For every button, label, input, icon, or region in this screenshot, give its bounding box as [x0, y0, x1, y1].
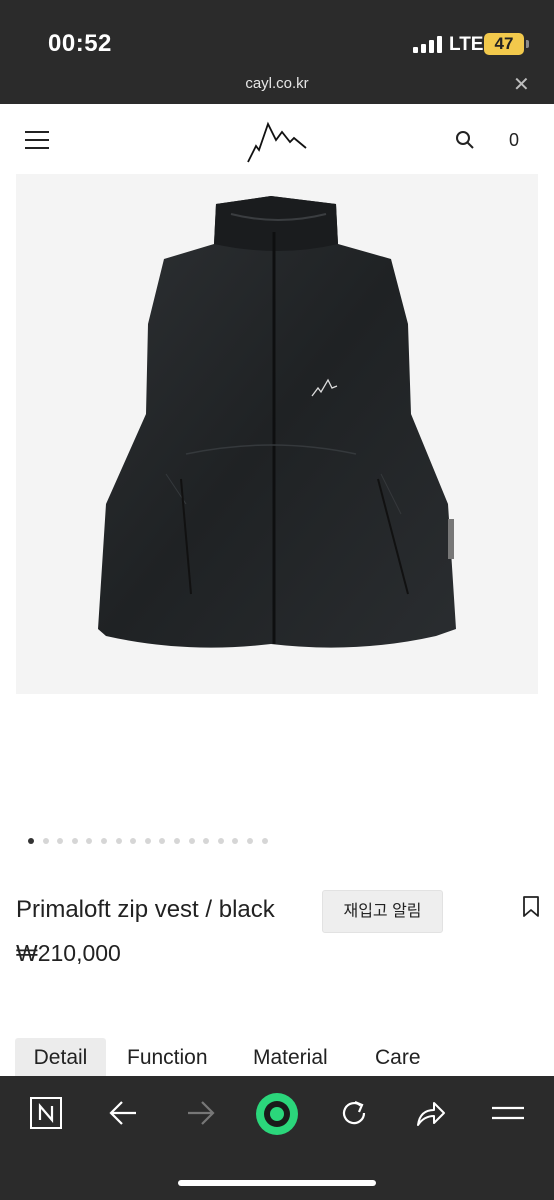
slide-dot[interactable]: [188, 838, 195, 844]
menu-icon[interactable]: [492, 1105, 524, 1126]
slide-dot[interactable]: [130, 838, 137, 844]
bookmark-icon[interactable]: [522, 896, 540, 923]
slide-dot[interactable]: [261, 838, 268, 844]
slide-dot[interactable]: [174, 838, 180, 844]
slide-dot[interactable]: [28, 838, 34, 844]
url-bar[interactable]: cayl.co.kr: [0, 75, 554, 92]
network-label: LTE: [449, 34, 484, 55]
site-header: 0: [0, 104, 554, 174]
forward-icon[interactable]: [186, 1099, 216, 1132]
slide-dot[interactable]: [144, 838, 151, 844]
slide-dot[interactable]: [203, 838, 210, 844]
product-price: ₩210,000: [16, 940, 121, 966]
slide-dot[interactable]: [71, 838, 78, 844]
share-icon[interactable]: [414, 1098, 446, 1133]
product-title: Primaloft zip vest / black: [16, 896, 275, 923]
tab-detail[interactable]: Detail: [15, 1038, 106, 1078]
restock-alert-button[interactable]: 재입고 알림: [322, 890, 443, 933]
slide-dot[interactable]: [232, 838, 239, 844]
battery-tip: [526, 40, 529, 48]
product-image[interactable]: [16, 174, 538, 694]
mountain-logo-icon[interactable]: [246, 120, 308, 169]
tab-function[interactable]: Function: [127, 1038, 237, 1078]
status-bar: 00:52 LTE 47 cayl.co.kr ✕: [0, 0, 554, 104]
signal-icon: [413, 36, 443, 53]
search-icon[interactable]: [455, 130, 475, 155]
vest-image: [98, 196, 456, 648]
battery-icon: 47: [484, 33, 524, 55]
slide-dot[interactable]: [42, 838, 49, 844]
slide-dot[interactable]: [115, 838, 122, 844]
green-dot-icon[interactable]: [255, 1092, 299, 1141]
clock: 00:52: [48, 30, 112, 57]
back-icon[interactable]: [108, 1099, 138, 1132]
slide-dot[interactable]: [159, 838, 166, 844]
hamburger-menu-icon[interactable]: [25, 131, 49, 149]
slide-dot[interactable]: [217, 838, 224, 844]
close-icon[interactable]: ✕: [513, 72, 530, 97]
tab-care[interactable]: Care: [375, 1038, 435, 1078]
reload-icon[interactable]: [338, 1097, 370, 1134]
slide-dot[interactable]: [101, 838, 107, 844]
tab-material[interactable]: Material: [253, 1038, 353, 1078]
slide-dot[interactable]: [247, 838, 253, 844]
home-indicator: [178, 1180, 376, 1186]
cart-count[interactable]: 0: [509, 130, 519, 151]
slide-dot[interactable]: [86, 838, 93, 844]
slide-dot[interactable]: [57, 838, 64, 844]
naver-icon[interactable]: [30, 1097, 62, 1134]
